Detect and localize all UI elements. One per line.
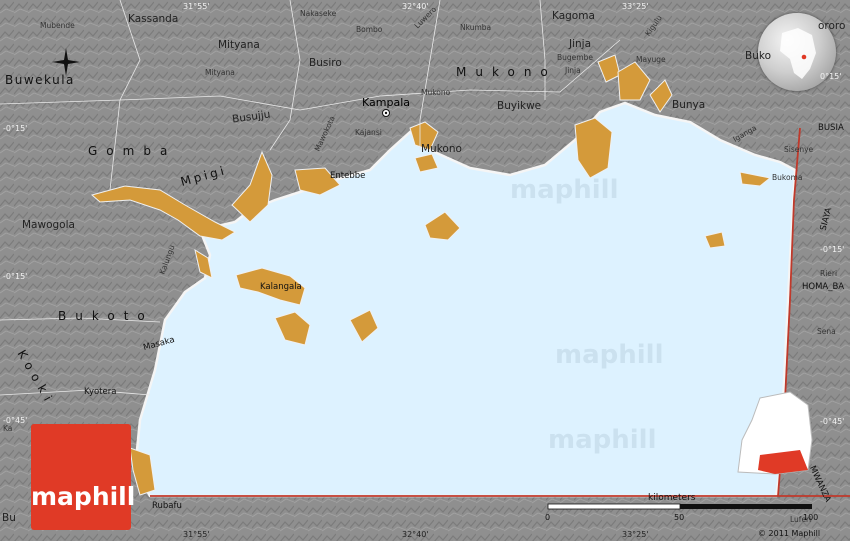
place-label: Kalangala <box>260 282 302 292</box>
watermark: maphill <box>510 175 619 205</box>
place-label: Mukono <box>421 143 462 155</box>
place-label: Kajansi <box>355 128 382 137</box>
place-label: Bugembe <box>557 53 593 62</box>
scale-tick: 50 <box>674 513 685 522</box>
place-label: Bukoto <box>58 309 154 323</box>
coordinate-label: 31°55' <box>183 530 210 539</box>
coordinate-label: -0°45' <box>820 417 845 426</box>
place-label: BUSIA <box>818 123 844 133</box>
place-label: Jinja <box>569 38 592 50</box>
compass-icon <box>52 48 80 76</box>
copyright-notice: © 2011 Maphill <box>758 529 821 538</box>
place-label: Bombo <box>356 25 383 34</box>
place-label: Rieri <box>820 269 838 278</box>
logo-text: maphill <box>31 482 136 511</box>
coordinate-label: 33°25' <box>622 530 649 539</box>
watermark: maphill <box>555 340 664 370</box>
place-label: ororo <box>818 20 846 32</box>
watermark: maphill <box>548 425 657 455</box>
place-label: Mityana <box>205 68 235 77</box>
place-label: HOMA_BA <box>802 282 845 292</box>
place-label: Mubende <box>40 21 75 30</box>
place-label: Buyikwe <box>497 100 542 112</box>
coordinate-label: 31°55' <box>183 2 210 11</box>
place-label: Sisenye <box>784 145 814 154</box>
place-label: Kyotera <box>84 387 117 397</box>
place-label: Entebbe <box>330 171 366 181</box>
place-label: Kagoma <box>552 10 595 22</box>
place-label: Gomba <box>88 144 177 158</box>
place-label: Bu <box>2 512 16 524</box>
coordinate-label: -0°15' <box>3 272 28 281</box>
coordinate-label: 32°40' <box>402 2 429 11</box>
place-label: Nakaseke <box>300 9 337 18</box>
coordinate-label: -0°45' <box>3 416 28 425</box>
scale-tick: 100 <box>803 513 819 522</box>
place-label: Bukoma <box>772 173 803 182</box>
place-label: Mukono <box>421 88 451 97</box>
coordinate-label: 0°15' <box>820 72 842 81</box>
place-label: Buko <box>745 50 771 62</box>
coordinate-label: 32°40' <box>402 530 429 539</box>
place-label: Bunya <box>672 99 706 111</box>
coordinate-label: -0°15' <box>3 124 28 133</box>
place-label: Jinja <box>565 66 581 75</box>
place-label: Mityana <box>218 39 260 51</box>
place-label: Ka <box>3 424 13 433</box>
scale-tick: 0 <box>545 513 551 522</box>
place-label: Mukono <box>456 65 557 79</box>
scale-title: kilometers <box>648 493 696 503</box>
place-label: Kassanda <box>128 13 179 25</box>
place-label: Sena <box>817 327 836 336</box>
maphill-logo[interactable]: maphill <box>31 424 136 530</box>
coordinate-label: 33°25' <box>622 2 649 11</box>
scale-bar <box>547 503 812 510</box>
place-label: Nkumba <box>460 23 492 32</box>
place-label: Busiro <box>309 57 342 69</box>
coordinate-label: -0°15' <box>820 245 845 254</box>
place-label: Mawogola <box>22 219 75 231</box>
place-label: Kampala <box>362 96 410 109</box>
place-label: Mayuge <box>636 55 666 64</box>
map-view[interactable]: maphill maphill maphill Mubende Kassanda… <box>0 0 850 541</box>
place-label: Rubafu <box>152 501 182 511</box>
